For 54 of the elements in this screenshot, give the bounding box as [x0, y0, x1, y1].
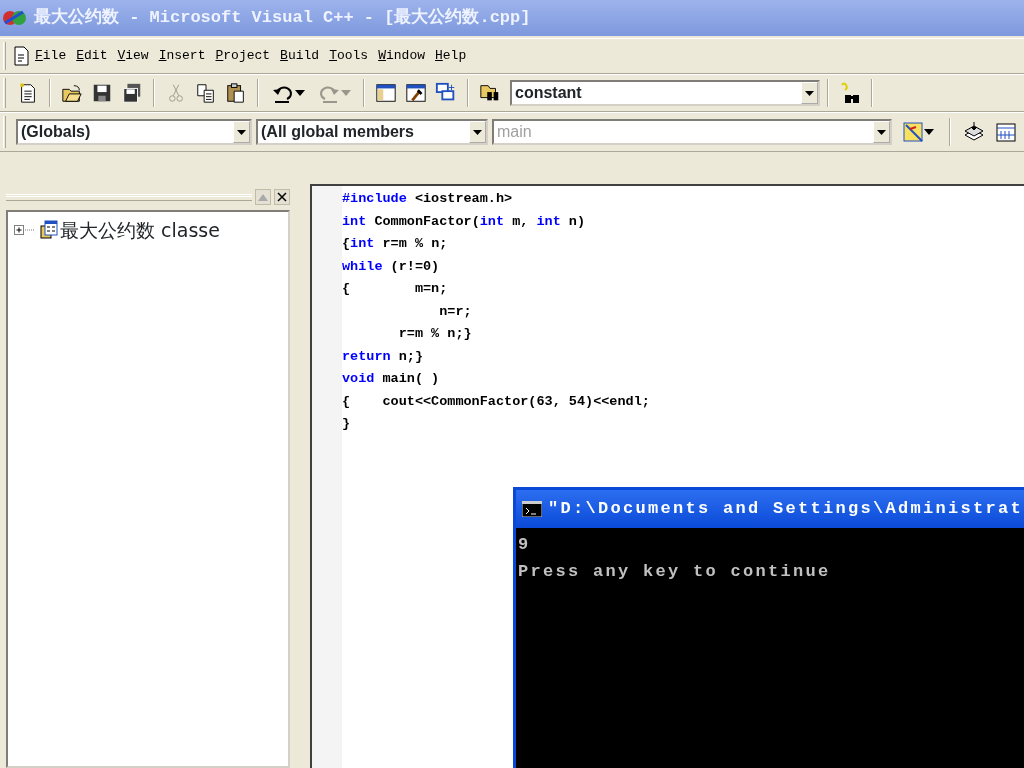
- code-line: void main( ): [342, 370, 441, 388]
- copy-icon: [195, 81, 217, 105]
- grid-icon: [995, 121, 1017, 143]
- output-window-icon: [405, 81, 427, 105]
- expand-icon[interactable]: [14, 224, 36, 237]
- app-logo-icon: [2, 8, 28, 28]
- save-all-icon: [121, 81, 143, 105]
- menu-item[interactable]: File: [30, 44, 72, 68]
- dropdown-arrow-icon: [805, 90, 814, 96]
- console-icon: [522, 501, 542, 517]
- menu-item[interactable]: Tools: [324, 44, 374, 68]
- code-line: int CommonFactor(int m, int n): [342, 212, 587, 231]
- dropdown-arrow-icon: [473, 129, 482, 135]
- find-combo[interactable]: constant: [510, 80, 820, 106]
- filter-combo[interactable]: (All global members: [256, 119, 488, 145]
- combo-value: main: [497, 122, 532, 142]
- binoculars-icon: [839, 82, 861, 104]
- menu-item[interactable]: Insert: [153, 44, 211, 68]
- code-line: { m=n;: [342, 280, 449, 298]
- close-icon[interactable]: [274, 189, 290, 205]
- wand-icon: [902, 121, 924, 143]
- menu-item[interactable]: View: [112, 44, 154, 68]
- class-icon: [38, 220, 58, 241]
- paste-icon: [225, 81, 247, 105]
- console-output-line: Press any key to continue: [518, 561, 832, 583]
- dropdown-arrow-icon: [877, 129, 886, 135]
- workspace-window-icon: [375, 81, 397, 105]
- caret-icon: [924, 129, 934, 135]
- stacked-layers-icon: [963, 121, 985, 143]
- combo-value: constant: [515, 83, 582, 103]
- caret-icon: [295, 90, 305, 96]
- code-line: { cout<<CommonFactor(63, 54)<<endl;: [342, 392, 650, 411]
- document-icon: [12, 46, 30, 66]
- combo-value: (All global members: [261, 122, 414, 142]
- class-combo[interactable]: (Globals): [16, 119, 252, 145]
- code-line: while (r!=0): [342, 257, 441, 276]
- code-line: n=r;: [438, 302, 473, 321]
- menu-item[interactable]: Project: [210, 44, 276, 68]
- console-title: "D:\Documents and Settings\Administrat: [548, 498, 1024, 521]
- caret-icon: [341, 90, 351, 96]
- console-output-line: 9: [518, 534, 532, 556]
- menu-item[interactable]: Edit: [71, 44, 113, 68]
- code-line: }: [342, 415, 352, 433]
- menu-item[interactable]: Build: [275, 44, 325, 68]
- combo-value: (Globals): [21, 122, 91, 142]
- code-line: #include <iostream.h>: [342, 190, 514, 208]
- menu-item[interactable]: Help: [430, 44, 472, 68]
- code-line: r=m % n;}: [397, 325, 473, 343]
- tree-item-label[interactable]: 最大公约数 classe: [60, 216, 220, 245]
- code-line: return n;}: [342, 347, 424, 366]
- window-title: 最大公约数 - Microsoft Visual C++ - [最大公约数.cpp]: [34, 6, 531, 30]
- code-line: {int r=m % n;: [342, 235, 449, 253]
- menu-item[interactable]: Window: [373, 44, 430, 68]
- dropdown-arrow-icon: [237, 129, 246, 135]
